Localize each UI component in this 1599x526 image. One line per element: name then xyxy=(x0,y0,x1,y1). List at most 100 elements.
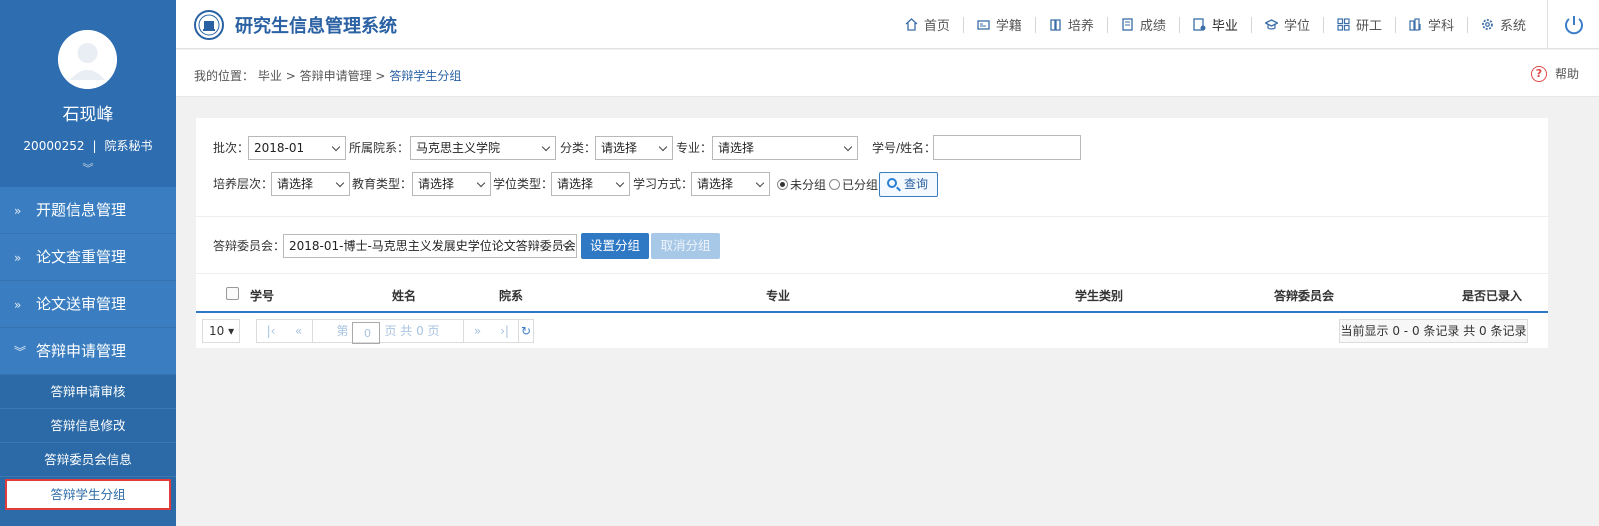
chevron-down-icon[interactable]: ︾ xyxy=(0,160,176,176)
major-label: 专业： xyxy=(676,141,713,155)
page-indicator: 第0页 共 0 页 xyxy=(313,320,463,344)
breadcrumb-defense[interactable]: 答辩申请管理 xyxy=(300,69,372,83)
sidebar: 石现峰 20000252 | 院系秘书 ︾ » 开题信息管理 » 论文查重管理 » 论文送… xyxy=(0,0,176,526)
submenu-item-committee-info[interactable]: 答辩委员会信息 xyxy=(0,443,176,477)
certificate-icon xyxy=(1193,18,1206,31)
nav-degree[interactable]: 学位 xyxy=(1252,16,1324,34)
col-major[interactable]: 专业 xyxy=(766,287,790,304)
help-label: 帮助 xyxy=(1554,67,1579,81)
prev-page-icon[interactable]: « xyxy=(285,320,313,342)
user-info-separator: | xyxy=(92,139,97,153)
col-committee[interactable]: 答辩委员会 xyxy=(1274,287,1334,304)
sidebar-item-label: 答辩申请管理 xyxy=(36,342,127,360)
first-page-icon[interactable]: |‹ xyxy=(257,320,285,342)
study-label: 学习方式： xyxy=(633,177,694,191)
submenu-item-defense-review[interactable]: 答辩申请审核 xyxy=(0,375,176,409)
next-page-icon[interactable]: » xyxy=(463,320,491,342)
sidebar-item-label: 论文送审管理 xyxy=(36,295,127,313)
nav-label: 成绩 xyxy=(1139,19,1166,34)
col-entered[interactable]: 是否已录入 xyxy=(1462,287,1522,304)
app-title: 研究生信息管理系统 xyxy=(235,16,397,37)
page-prefix: 第 xyxy=(336,324,349,338)
set-group-button[interactable]: 设置分组 xyxy=(581,233,649,259)
level-select[interactable]: 请选择 xyxy=(271,172,350,196)
query-label: 查询 xyxy=(904,177,929,191)
double-chevron-right-icon: » xyxy=(14,204,22,218)
breadcrumb-separator: > xyxy=(375,69,386,83)
committee-label: 答辩委员会： xyxy=(213,239,286,253)
gear-icon xyxy=(1482,19,1493,30)
nav-training[interactable]: 培养 xyxy=(1036,16,1108,34)
radio-checked-icon xyxy=(777,179,788,190)
user-role: 院系秘书 xyxy=(104,139,153,153)
double-chevron-down-icon: ︾ xyxy=(14,345,27,359)
query-button[interactable]: 查询 xyxy=(879,172,938,197)
id-card-icon xyxy=(977,20,990,30)
nav-discipline[interactable]: 学科 xyxy=(1396,16,1468,34)
power-button[interactable] xyxy=(1547,0,1599,49)
avatar[interactable] xyxy=(58,30,117,89)
ungrouped-radio[interactable]: 未分组 xyxy=(777,176,826,193)
submenu-item-defense-edit[interactable]: 答辩信息修改 xyxy=(0,409,176,443)
nav-label: 系统 xyxy=(1499,19,1526,34)
sidebar-item-plagiarism[interactable]: » 论文查重管理 xyxy=(0,234,176,281)
student-search-input[interactable] xyxy=(933,135,1081,160)
table-header: 学号 姓名 院系 专业 学生类别 答辩委员会 是否已录入 xyxy=(196,275,1548,313)
user-info: 20000252 | 院系秘书 xyxy=(0,137,176,154)
page-number-input[interactable]: 0 xyxy=(352,322,381,344)
home-icon xyxy=(905,18,918,31)
page-suffix: 页 共 0 页 xyxy=(384,324,440,338)
page-size-value: 10 xyxy=(209,324,225,338)
breadcrumb: 我的位置： 毕业 > 答辩申请管理 > 答辩学生分组 xyxy=(194,67,461,84)
search-icon xyxy=(887,178,897,188)
edu-select[interactable]: 请选择 xyxy=(412,172,491,196)
category-select[interactable]: 请选择 xyxy=(595,136,673,160)
select-all-checkbox[interactable] xyxy=(226,287,239,300)
breadcrumb-graduation[interactable]: 毕业 xyxy=(258,69,282,83)
top-header: 研究生信息管理系统 首页 学籍 培养 成绩 毕业 学位 研工 学科 系统 xyxy=(176,0,1599,49)
nav-home[interactable]: 首页 xyxy=(892,16,964,34)
major-select[interactable]: 请选择 xyxy=(712,136,858,160)
nav-label: 毕业 xyxy=(1211,19,1238,34)
power-icon xyxy=(1564,15,1583,34)
col-department[interactable]: 院系 xyxy=(499,287,523,304)
ungrouped-label: 未分组 xyxy=(790,178,827,192)
main-panel: 批次： 2018-01 所属院系： 马克思主义学院 分类： 请选择 专业： 请选… xyxy=(196,118,1548,348)
user-id: 20000252 xyxy=(23,139,85,153)
nav-graduation[interactable]: 毕业 xyxy=(1180,16,1252,34)
committee-select[interactable]: 2018-01-博士-马克思主义发展史学位论文答辩委员会 xyxy=(283,234,577,258)
top-nav: 首页 学籍 培养 成绩 毕业 学位 研工 学科 系统 xyxy=(892,0,1539,49)
nav-label: 学位 xyxy=(1283,19,1310,34)
sidebar-item-review[interactable]: » 论文送审管理 xyxy=(0,281,176,328)
nav-student-affairs[interactable]: 研工 xyxy=(1324,16,1396,34)
dept-select[interactable]: 马克思主义学院 xyxy=(410,136,556,160)
batch-select[interactable]: 2018-01 xyxy=(248,136,346,160)
record-info: 当前显示 0 - 0 条记录 共 0 条记录 xyxy=(1339,319,1528,343)
study-select[interactable]: 请选择 xyxy=(691,172,770,196)
group-action-bar: 答辩委员会： 2018-01-博士-马克思主义发展史学位论文答辩委员会 设置分组… xyxy=(196,218,1548,274)
nav-enrollment[interactable]: 学籍 xyxy=(964,16,1036,34)
cancel-group-button[interactable]: 取消分组 xyxy=(651,233,720,259)
col-student-type[interactable]: 学生类别 xyxy=(1075,287,1123,304)
sidebar-item-defense[interactable]: ︾ 答辩申请管理 xyxy=(0,328,176,375)
pagination: 10 ▾ |‹ « 第0页 共 0 页 » ›| ↻ 当前显示 0 - 0 条记… xyxy=(196,315,1548,349)
help-button[interactable]: ? 帮助 xyxy=(1530,65,1579,82)
batch-label: 批次： xyxy=(213,141,250,155)
degree-select[interactable]: 请选择 xyxy=(551,172,630,196)
book-icon xyxy=(1050,19,1061,31)
last-page-icon[interactable]: ›| xyxy=(491,320,519,342)
sid-label: 学号/姓名： xyxy=(872,141,937,155)
grouped-radio[interactable]: 已分组 xyxy=(829,176,878,193)
nav-system[interactable]: 系统 xyxy=(1468,17,1539,34)
sidebar-item-topic[interactable]: » 开题信息管理 xyxy=(0,187,176,234)
submenu-item-student-grouping[interactable]: 答辩学生分组 xyxy=(5,479,171,510)
col-student-id[interactable]: 学号 xyxy=(250,287,274,304)
refresh-icon[interactable]: ↻ xyxy=(519,320,533,342)
caret-down-icon: ▾ xyxy=(228,324,235,338)
col-name[interactable]: 姓名 xyxy=(392,287,416,304)
page-size-select[interactable]: 10 ▾ xyxy=(202,319,240,343)
grid-icon xyxy=(1337,18,1350,31)
grouped-label: 已分组 xyxy=(842,178,879,192)
user-name: 石现峰 xyxy=(62,105,114,125)
nav-grades[interactable]: 成绩 xyxy=(1108,16,1180,34)
